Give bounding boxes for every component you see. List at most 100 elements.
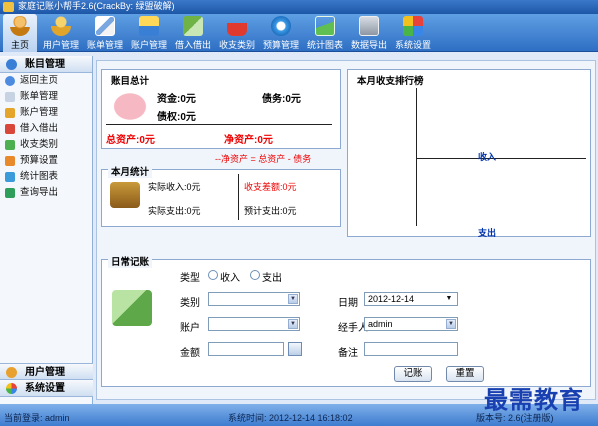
- export-icon: [359, 16, 379, 36]
- toolbar-budget-button[interactable]: 预算管理: [259, 14, 303, 52]
- calculator-button-icon[interactable]: [288, 342, 302, 356]
- chevron-down-icon[interactable]: ▼: [444, 294, 454, 304]
- settings-icon: [6, 383, 17, 394]
- window-title: 家庭记账小帮手2.6(CrackBy: 绿盟破解): [18, 1, 175, 11]
- system-time: 系统时间: 2012-12-14 16:18:02: [228, 413, 353, 423]
- monthly-divider: [238, 174, 239, 220]
- ranking-title: 本月收支排行榜: [357, 76, 424, 87]
- record-button[interactable]: 记账: [394, 366, 432, 382]
- actual-income: 实际收入:0元: [148, 182, 201, 192]
- toolbar-category-button[interactable]: 收支类别: [215, 14, 259, 52]
- app-icon: [3, 2, 14, 12]
- sidebar-header-system-settings[interactable]: 系统设置: [0, 380, 93, 397]
- summary-panel: 账目总计 资金:0元 债务:0元 债权:0元 总资产:0元 净资产:0元: [101, 69, 341, 149]
- account-icon: [5, 108, 15, 118]
- toolbar-user-button[interactable]: 用户管理: [39, 14, 83, 52]
- chart-icon: [5, 172, 15, 182]
- toolbar-label: 用户管理: [42, 40, 79, 50]
- date-label: 日期: [338, 298, 358, 309]
- home-person-icon: [10, 16, 30, 36]
- sidebar-item-category[interactable]: 收支类别: [0, 137, 92, 153]
- sidebar-item-home[interactable]: 返回主页: [0, 73, 92, 89]
- toolbar-lend-button[interactable]: 借入借出: [171, 14, 215, 52]
- sidebar-header-user-management[interactable]: 用户管理: [0, 363, 93, 380]
- date-picker[interactable]: 2012-12-14 ▼: [364, 292, 458, 306]
- lend-icon: [183, 16, 203, 36]
- query-icon: [5, 188, 15, 198]
- budget-icon: [5, 156, 15, 166]
- current-login: 当前登录: admin: [4, 413, 70, 423]
- daily-record-panel: 日常记账 类型 收入 支出 类别 ▼ 日期 2012-12-14 ▼ 账户 ▼ …: [101, 254, 591, 387]
- toolbar-home-button[interactable]: 主页: [3, 14, 37, 52]
- ledger-icon: [6, 59, 17, 70]
- ranking-axis-horizontal: [416, 158, 586, 159]
- balance-difference: 收支差额:0元: [244, 182, 297, 192]
- ranking-panel: 本月收支排行榜 收入 支出: [347, 69, 591, 238]
- sidebar-item-accounts[interactable]: 账户管理: [0, 105, 92, 121]
- sidebar-item-budget[interactable]: 预算设置: [0, 153, 92, 169]
- ranking-axis-vertical: [416, 88, 417, 226]
- sidebar-item-lend[interactable]: 借入借出: [0, 121, 92, 137]
- calculator-icon: [112, 290, 152, 326]
- credit-value: 债权:0元: [157, 112, 196, 123]
- basket-icon: [227, 16, 247, 36]
- user-icon: [51, 16, 71, 36]
- sidebar: 账目管理 返回主页 账单管理 账户管理 借入借出 收支类别 预算设置 统计图表 …: [0, 56, 93, 404]
- wallet-icon: [110, 182, 140, 208]
- category-label: 类别: [180, 298, 200, 309]
- toolbar-chart-button[interactable]: 统计图表: [303, 14, 347, 52]
- chevron-down-icon[interactable]: ▼: [288, 294, 298, 304]
- daily-record-title: 日常记账: [108, 254, 153, 268]
- piggy-bank-icon: [110, 90, 150, 120]
- note-label: 备注: [338, 348, 358, 359]
- account-select[interactable]: ▼: [208, 317, 300, 331]
- expense-radio[interactable]: [250, 270, 260, 280]
- amount-input[interactable]: [208, 342, 284, 356]
- planned-expense: 预计支出:0元: [244, 206, 297, 216]
- toolbar-label: 预算管理: [262, 40, 299, 50]
- sidebar-item-chart[interactable]: 统计图表: [0, 169, 92, 185]
- sidebar-footer: 用户管理 系统设置: [0, 363, 93, 397]
- toolbar-bill-button[interactable]: 账单管理: [83, 14, 127, 52]
- summary-title: 账目总计: [111, 76, 150, 87]
- monthly-title: 本月统计: [108, 164, 153, 178]
- note-input[interactable]: [364, 342, 458, 356]
- chevron-down-icon[interactable]: ▼: [288, 319, 298, 329]
- actual-expense: 实际支出:0元: [148, 206, 201, 216]
- bill-icon: [5, 92, 15, 102]
- chevron-down-icon[interactable]: ▼: [446, 319, 456, 329]
- ranking-expense-label: 支出: [478, 228, 497, 238]
- toolbar-label: 主页: [10, 40, 29, 50]
- sidebar-header-account-management[interactable]: 账目管理: [0, 56, 92, 73]
- monthly-panel: 本月统计 实际收入:0元 实际支出:0元 收支差额:0元 预计支出:0元: [101, 164, 341, 227]
- bill-icon: [95, 16, 115, 36]
- expense-radio-label[interactable]: 支出: [262, 269, 282, 284]
- lend-icon: [5, 124, 15, 134]
- sidebar-item-query[interactable]: 查询导出: [0, 185, 92, 201]
- handler-select[interactable]: admin ▼: [364, 317, 458, 331]
- chart-icon: [315, 16, 335, 36]
- back-icon: [5, 76, 15, 86]
- reset-button[interactable]: 重置: [446, 366, 484, 382]
- category-select[interactable]: ▼: [208, 292, 300, 306]
- category-icon: [5, 140, 15, 150]
- sidebar-item-bills[interactable]: 账单管理: [0, 89, 92, 105]
- income-radio-label[interactable]: 收入: [220, 269, 240, 284]
- title-bar: 家庭记账小帮手2.6(CrackBy: 绿盟破解): [0, 0, 598, 14]
- toolbar-label: 数据导出: [350, 40, 387, 50]
- watermark: 最需教育: [484, 385, 584, 414]
- net-assets-value: 净资产:0元: [224, 135, 273, 146]
- budget-icon: [271, 16, 291, 36]
- income-radio[interactable]: [208, 270, 218, 280]
- toolbar-label: 统计图表: [306, 40, 343, 50]
- toolbar-label: 账户管理: [130, 40, 167, 50]
- debt-value: 债务:0元: [262, 94, 301, 105]
- summary-divider: [106, 124, 332, 125]
- total-assets-value: 总资产:0元: [106, 135, 155, 146]
- toolbar-settings-button[interactable]: 系统设置: [391, 14, 435, 52]
- type-label: 类型: [180, 273, 200, 284]
- toolbar-account-button[interactable]: 账户管理: [127, 14, 171, 52]
- amount-label: 金额: [180, 348, 200, 359]
- toolbar-export-button[interactable]: 数据导出: [347, 14, 391, 52]
- toolbar-label: 借入借出: [174, 40, 211, 50]
